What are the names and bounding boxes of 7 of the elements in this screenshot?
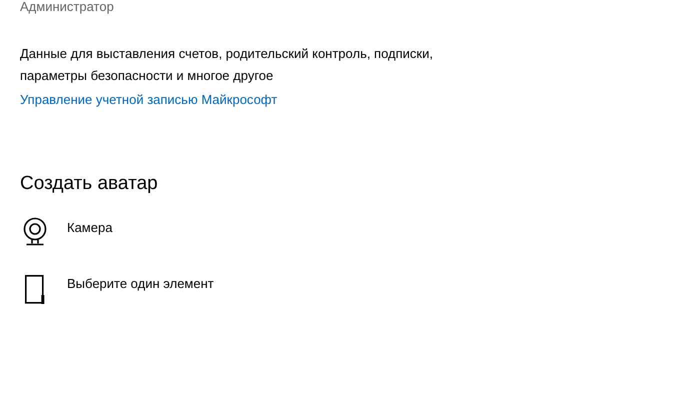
section-heading: Создать аватар: [20, 172, 158, 196]
option-label[interactable]: Выберите один элемент: [67, 273, 214, 291]
account-role: Администратор: [20, 0, 114, 13]
document-icon: [23, 273, 47, 305]
account-description: Данные для выставления счетов, родительский контроль, подписки, параметры безопасности и многое другое: [20, 45, 434, 85]
manage-account-link[interactable]: Управление учетной записью Майкрософт: [20, 92, 278, 107]
option-label[interactable]: Камера: [67, 217, 112, 235]
